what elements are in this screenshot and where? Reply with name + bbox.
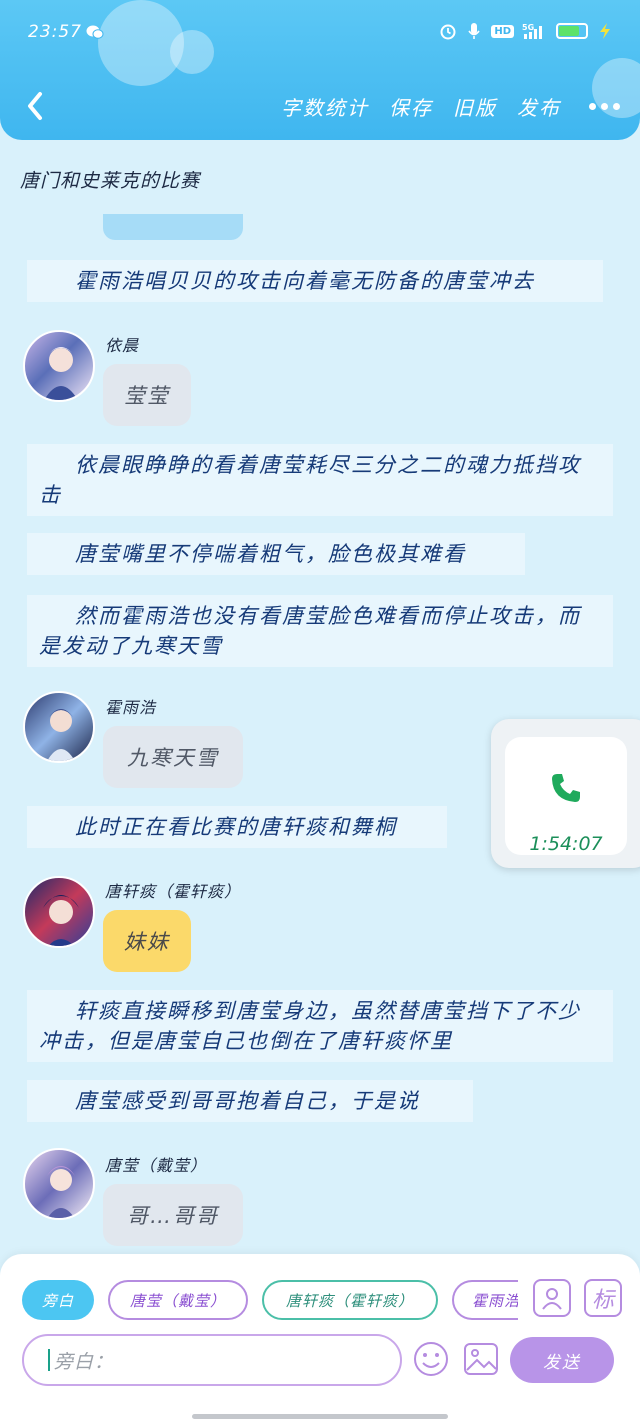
avatar[interactable]: [23, 691, 95, 763]
role-chip-tang-xuantan[interactable]: 唐轩痰（霍轩痰）: [262, 1280, 438, 1320]
input-panel: 旁白 唐莹（戴莹） 唐轩痰（霍轩痰） 霍雨浩 标 旁白： 发送: [0, 1254, 640, 1422]
narration-message[interactable]: 唐莹感受到哥哥抱着自己，于是说: [27, 1080, 473, 1122]
speech-bubble[interactable]: 九寒天雪: [103, 726, 243, 788]
alarm-icon: [439, 22, 457, 40]
charging-bolt-icon: [596, 22, 614, 40]
narration-message[interactable]: 霍雨浩唱贝贝的攻击向着毫无防备的唐莹冲去: [27, 260, 603, 302]
svg-text:5G: 5G: [522, 23, 534, 32]
character-manage-button[interactable]: [533, 1279, 571, 1317]
call-duration: 1:54:07: [529, 833, 603, 855]
speaker-name: 霍雨浩: [105, 698, 157, 717]
status-icons: HD 5G: [439, 22, 614, 40]
back-button[interactable]: [22, 88, 50, 124]
hd-badge: HD: [491, 24, 514, 38]
narration-message[interactable]: 然而霍雨浩也没有看唐莹脸色难看而停止攻击，而是发动了九寒天雪: [27, 595, 613, 667]
speaker-name: 依晨: [105, 336, 140, 355]
speech-bubble[interactable]: 哥…哥哥: [103, 1184, 243, 1246]
decorative-bubble: [170, 30, 214, 74]
input-placeholder: 旁白：: [54, 1350, 115, 1373]
emoji-icon[interactable]: [412, 1340, 450, 1378]
mic-icon: [465, 22, 483, 40]
floating-call-widget[interactable]: 1:54:07: [491, 719, 640, 868]
send-button[interactable]: 发送: [510, 1337, 614, 1383]
speech-bubble[interactable]: 妹妹: [103, 910, 191, 972]
avatar[interactable]: [23, 876, 95, 948]
message-input[interactable]: 旁白：: [22, 1334, 402, 1386]
call-widget-card[interactable]: 1:54:07: [505, 737, 627, 855]
role-chip-narrator[interactable]: 旁白: [22, 1280, 94, 1320]
save-button[interactable]: 保存: [389, 92, 433, 121]
word-count-button[interactable]: 字数统计: [281, 92, 369, 121]
old-version-button[interactable]: 旧版: [453, 92, 497, 121]
avatar[interactable]: [23, 330, 95, 402]
partial-chat-bubble: [103, 214, 243, 240]
status-time: 23:57: [28, 22, 82, 42]
wechat-icon: [86, 24, 104, 40]
app-header: 23:57 HD 5G 字数统计 保存 旧版 发布: [0, 0, 640, 140]
signal-icon: 5G: [522, 22, 548, 40]
publish-button[interactable]: 发布: [517, 92, 561, 121]
narration-message[interactable]: 轩痰直接瞬移到唐莹身边，虽然替唐莹挡下了不少冲击，但是唐莹自己也倒在了唐轩痰怀里: [27, 990, 613, 1062]
document-title: 唐门和史莱克的比赛: [20, 170, 201, 192]
role-chip-tang-ying[interactable]: 唐莹（戴莹）: [108, 1280, 248, 1320]
home-indicator[interactable]: [192, 1414, 448, 1419]
header-toolbar: 字数统计 保存 旧版 发布: [281, 92, 620, 121]
narration-message[interactable]: 唐莹嘴里不停喘着粗气，脸色极其难看: [27, 533, 525, 575]
tag-button[interactable]: 标: [584, 1279, 622, 1317]
avatar[interactable]: [23, 1148, 95, 1220]
speech-bubble[interactable]: 莹莹: [103, 364, 191, 426]
role-chip-huo-yuhao[interactable]: 霍雨浩: [452, 1280, 518, 1320]
phone-icon: [549, 771, 583, 805]
text-cursor: [48, 1349, 50, 1371]
more-options-button[interactable]: [589, 103, 620, 110]
battery-icon: [556, 23, 588, 39]
speaker-name: 唐莹（戴莹）: [105, 1156, 208, 1175]
narration-message[interactable]: 依晨眼睁睁的看着唐莹耗尽三分之二的魂力抵挡攻击: [27, 444, 613, 516]
speaker-name: 唐轩痰（霍轩痰）: [105, 882, 242, 901]
image-icon[interactable]: [462, 1340, 500, 1378]
narration-message[interactable]: 此时正在看比赛的唐轩痰和舞桐: [27, 806, 447, 848]
